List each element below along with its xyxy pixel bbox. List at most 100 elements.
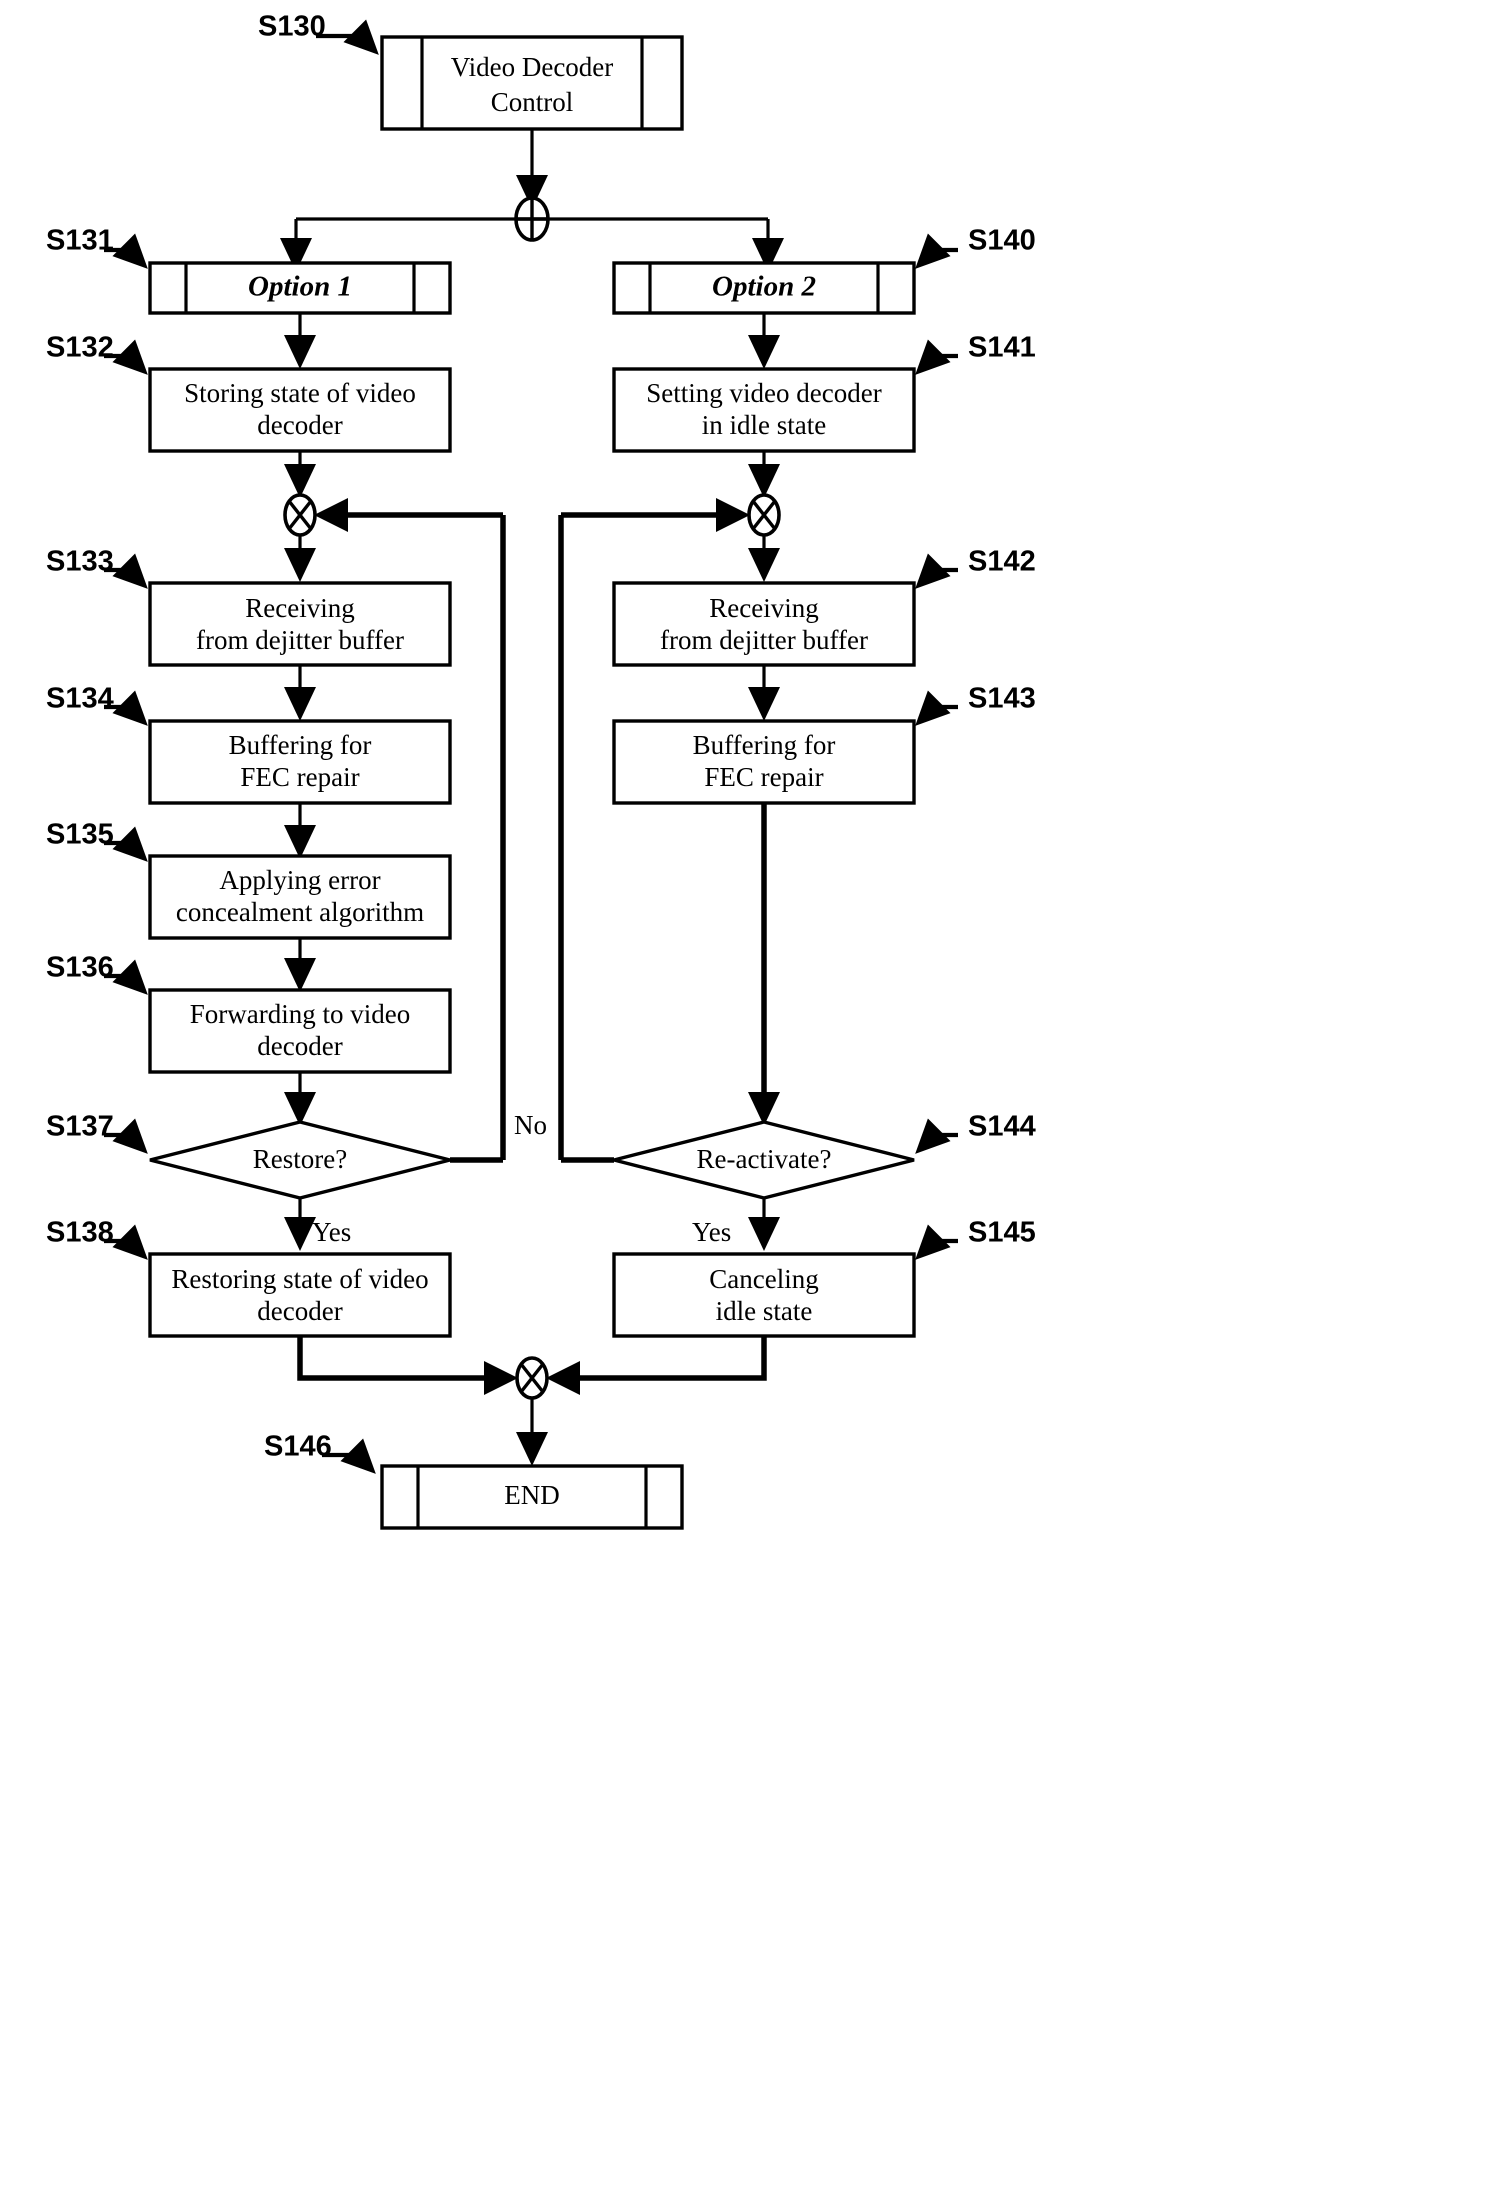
node-receiving-left: Receiving from dejitter buffer (148, 581, 452, 667)
node-label-setidle-line1: Setting video decoder (646, 378, 881, 408)
arrow-recvright-to-buf (748, 687, 780, 721)
step-id-S133: S133 (46, 546, 114, 578)
node-setting-idle: Setting video decoder in idle state (612, 367, 916, 453)
node-label-store-line2: decoder (257, 410, 342, 440)
step-id-S131: S131 (46, 225, 114, 257)
patent-flowchart-figure: Video Decoder Control S130 Option 1 S131 (0, 0, 1504, 2202)
node-forwarding: Forwarding to video decoder (148, 988, 452, 1074)
step-id-S134: S134 (46, 683, 114, 715)
step-id-S146: S146 (264, 1431, 332, 1463)
node-concealment: Applying error concealment algorithm (148, 854, 452, 940)
node-label-forward-line2: decoder (257, 1031, 342, 1061)
step-ref-S132: S132 (46, 332, 160, 387)
edge-restorestate-to-merge (297, 1336, 492, 1381)
step-ref-S133: S133 (46, 546, 160, 601)
arrow-option2-to-setidle (748, 335, 780, 369)
junction-merge-bottom (515, 1356, 549, 1400)
node-end: END (380, 1464, 684, 1530)
step-ref-S135: S135 (46, 819, 160, 874)
node-option-1: Option 1 (148, 261, 452, 315)
step-ref-S141: S141 (903, 332, 1036, 387)
node-option-2: Option 2 (612, 261, 916, 315)
step-id-S136: S136 (46, 952, 114, 984)
step-ref-S130: S130 (258, 11, 391, 67)
node-label-recvleft-line1: Receiving (245, 593, 354, 623)
node-label-start-line1: Video Decoder (451, 52, 614, 82)
arrow-recvleft-to-buf (284, 687, 316, 721)
step-ref-S131: S131 (46, 225, 160, 281)
arrow-bufleft-to-conceal (284, 825, 316, 859)
step-ref-S134: S134 (46, 683, 160, 738)
flowchart-canvas: Video Decoder Control S130 Option 1 S131 (46, 11, 1036, 1530)
node-label-recvleft-line2: from dejitter buffer (196, 625, 404, 655)
junction-merge-left (283, 493, 317, 537)
node-label-store-line1: Storing state of video (184, 378, 416, 408)
node-label-option-1: Option 1 (248, 271, 352, 303)
step-ref-S146: S146 (264, 1431, 388, 1486)
step-ref-S136: S136 (46, 952, 160, 1007)
arrow-right-into-bottom-merge (546, 1361, 580, 1395)
node-label-conceal-line1: Applying error (219, 865, 380, 895)
step-ref-S138: S138 (46, 1217, 160, 1272)
node-label-conceal-line2: concealment algorithm (176, 897, 424, 927)
node-reactivate-decision: Re-activate? (613, 1120, 915, 1200)
node-buffering-left: Buffering for FEC repair (148, 719, 452, 805)
arrow-reactivate-yes (748, 1217, 780, 1251)
node-restore-decision: Restore? (149, 1120, 451, 1200)
node-buffering-right: Buffering for FEC repair (612, 719, 916, 805)
arrow-conceal-to-forward (284, 958, 316, 992)
node-label-end: END (504, 1480, 560, 1510)
arrow-option1-to-store (284, 335, 316, 369)
step-id-S135: S135 (46, 819, 114, 851)
arrow-no-into-mergeleft (314, 498, 348, 532)
step-id-S138: S138 (46, 1217, 114, 1249)
step-id-S144: S144 (968, 1111, 1036, 1143)
node-label-cancelidle-line2: idle state (716, 1296, 813, 1326)
node-label-recvright-line2: from dejitter buffer (660, 625, 868, 655)
step-id-S145: S145 (968, 1217, 1036, 1249)
arrow-mergeright-to-recv (748, 548, 780, 582)
step-id-S137: S137 (46, 1111, 114, 1143)
node-label-start-line2: Control (491, 87, 574, 117)
node-canceling-idle: Canceling idle state (612, 1252, 916, 1338)
step-ref-S142: S142 (903, 546, 1036, 601)
step-ref-S140: S140 (903, 225, 1036, 281)
step-id-S142: S142 (968, 546, 1036, 578)
step-id-S143: S143 (968, 683, 1036, 715)
step-ref-S145: S145 (903, 1217, 1036, 1272)
node-storing-state: Storing state of video decoder (148, 367, 452, 453)
node-label-recvright-line1: Receiving (709, 593, 818, 623)
arrow-mergeleft-to-recv (284, 548, 316, 582)
node-restoring-state: Restoring state of video decoder (148, 1252, 452, 1338)
node-label-bufright-line2: FEC repair (704, 762, 823, 792)
node-label-bufright-line1: Buffering for (693, 730, 836, 760)
arrow-no-into-mergeright (716, 498, 750, 532)
arrow-left-into-bottom-merge (484, 1361, 518, 1395)
node-label-reactivate: Re-activate? (697, 1144, 832, 1174)
node-label-restore: Restore? (253, 1144, 347, 1174)
node-label-bufleft-line1: Buffering for (229, 730, 372, 760)
step-id-S140: S140 (968, 225, 1036, 257)
node-label-bufleft-line2: FEC repair (240, 762, 359, 792)
step-ref-S143: S143 (903, 683, 1036, 738)
node-video-decoder-control: Video Decoder Control (380, 35, 684, 131)
node-label-option-2: Option 2 (712, 271, 816, 303)
junction-merge-right (747, 493, 781, 537)
step-ref-S144: S144 (903, 1111, 1036, 1166)
node-label-setidle-line2: in idle state (702, 410, 826, 440)
node-receiving-right: Receiving from dejitter buffer (612, 581, 916, 667)
node-label-restorestate-line1: Restoring state of video (171, 1264, 428, 1294)
branch-label-yes-right: Yes (692, 1217, 731, 1247)
edge-cancelidle-to-merge (572, 1336, 767, 1381)
step-id-S130: S130 (258, 11, 326, 43)
step-ref-S137: S137 (46, 1111, 160, 1166)
branch-label-no: No (514, 1110, 547, 1140)
node-label-forward-line1: Forwarding to video (190, 999, 410, 1029)
node-label-cancelidle-line1: Canceling (709, 1264, 818, 1294)
arrow-merge-to-end (516, 1432, 548, 1466)
arrow-setidle-to-mergeright (748, 464, 780, 498)
arrow-store-to-mergeleft (284, 464, 316, 498)
branch-label-yes-left: Yes (312, 1217, 351, 1247)
node-label-restorestate-line2: decoder (257, 1296, 342, 1326)
step-id-S141: S141 (968, 332, 1036, 364)
